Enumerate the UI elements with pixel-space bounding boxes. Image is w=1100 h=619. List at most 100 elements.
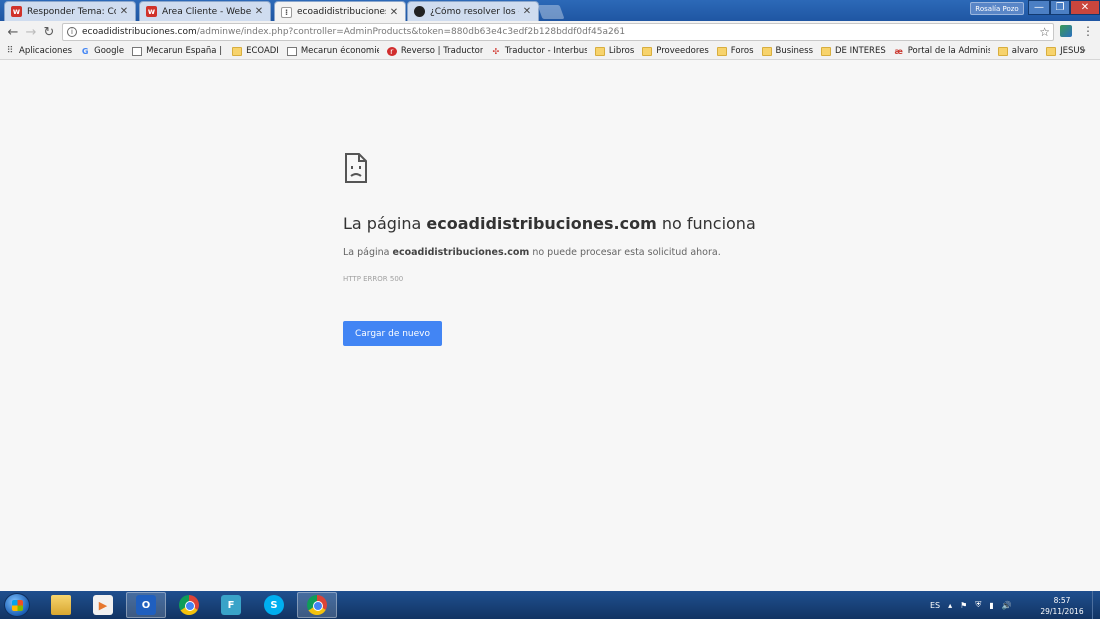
webempresa-icon: w <box>11 6 22 17</box>
bookmark-reverso[interactable]: rReverso | Traductor, d <box>386 46 483 56</box>
bookmark-mecarun-espana[interactable]: Mecarun España | Siti <box>132 46 224 56</box>
bookmark-foros[interactable]: Foros <box>716 46 754 56</box>
close-window-button[interactable]: ✕ <box>1070 0 1100 15</box>
minimize-button[interactable]: — <box>1028 0 1050 15</box>
chrome-icon <box>307 595 327 615</box>
folder-icon <box>232 46 243 56</box>
tab-label: Responder Tema: Configu <box>27 6 116 17</box>
google-icon: G <box>81 46 89 56</box>
sad-page-icon <box>345 153 367 183</box>
system-tray: ES ▴ ⚑ ⛨ ▮ 🔊 <box>930 591 1020 619</box>
menu-icon[interactable]: ⋮ <box>1082 24 1094 38</box>
tab-responder-tema[interactable]: w Responder Tema: Configu ✕ <box>4 1 136 21</box>
info-icon[interactable]: i <box>67 27 77 37</box>
close-tab-icon[interactable]: ✕ <box>522 6 532 17</box>
reload-page-button[interactable]: Cargar de nuevo <box>343 321 442 346</box>
show-hidden-icons[interactable]: ▴ <box>948 601 952 610</box>
close-tab-icon[interactable]: ✕ <box>389 7 399 18</box>
bookmark-portal-administracion[interactable]: æ Portal de la Administr <box>894 46 990 56</box>
bookmark-alvaro[interactable]: alvaro <box>997 46 1038 56</box>
title-prefix: La página <box>343 214 427 233</box>
maximize-button[interactable]: ❐ <box>1050 0 1070 15</box>
taskbar-chrome[interactable] <box>169 592 209 618</box>
taskbar-media-player[interactable]: ▶ <box>83 592 123 618</box>
bookmark-aplicaciones[interactable]: ⠿ Aplicaciones <box>5 46 72 56</box>
explorer-icon <box>51 595 71 615</box>
bookmark-star-icon[interactable]: ☆ <box>1039 25 1050 39</box>
circle-icon <box>414 6 425 17</box>
chrome-icon <box>179 595 199 615</box>
folder-icon <box>716 46 727 56</box>
back-button[interactable]: ← <box>4 23 22 41</box>
bookmark-google[interactable]: G Google <box>80 46 124 56</box>
title-suffix: no funciona <box>656 214 756 233</box>
folder-icon <box>821 46 832 56</box>
desc-host: ecoadidistribuciones.com <box>392 247 530 258</box>
close-tab-icon[interactable]: ✕ <box>119 6 129 17</box>
tab-label: ecoadidistribuciones.com <box>297 7 386 17</box>
tab-area-cliente[interactable]: w Área Cliente - Webempr ✕ <box>139 1 271 21</box>
network-icon[interactable]: ▮ <box>989 601 993 610</box>
more-bookmarks-icon[interactable]: » <box>1080 45 1086 56</box>
extension-icon[interactable] <box>1060 25 1072 37</box>
clock-date: 29/11/2016 <box>1040 607 1084 616</box>
language-indicator[interactable]: ES <box>930 601 940 610</box>
profile-button[interactable]: Rosalía Pozo <box>970 2 1024 15</box>
webempresa-icon: w <box>146 6 157 17</box>
bookmark-libros[interactable]: Libros <box>594 46 634 56</box>
start-button[interactable] <box>4 593 30 617</box>
folder-icon <box>594 46 605 56</box>
error-page: La página ecoadidistribuciones.com no fu… <box>0 61 1100 591</box>
title-host: ecoadidistribuciones.com <box>426 214 657 233</box>
folder-icon <box>997 46 1008 56</box>
skype-icon: S <box>264 595 284 615</box>
taskbar-skype[interactable]: S <box>254 592 294 618</box>
error-title: La página ecoadidistribuciones.com no fu… <box>343 214 756 233</box>
bookmark-ecoadi[interactable]: ECOADI <box>232 46 279 56</box>
bookmark-de-interes[interactable]: DE INTERES <box>821 46 886 56</box>
security-icon[interactable]: ⛨ <box>975 600 981 610</box>
folder-icon <box>1046 46 1057 56</box>
error-description: La página ecoadidistribuciones.com no pu… <box>343 247 721 258</box>
bookmark-mecarun-economie[interactable]: Mecarun économie de <box>286 46 379 56</box>
bookmark-label: Foros <box>730 46 754 56</box>
bookmark-business[interactable]: Business <box>761 46 813 56</box>
url-path: /adminwe/index.php?controller=AdminProdu… <box>196 27 626 37</box>
bookmark-traductor[interactable]: ✣ Traductor - Interbusca <box>491 46 586 56</box>
media-player-icon: ▶ <box>93 595 113 615</box>
reload-button[interactable]: ↻ <box>40 23 58 41</box>
bookmark-label: DE INTERES <box>835 46 886 56</box>
url-host: ecoadidistribuciones.com <box>82 27 197 37</box>
bookmark-label: Reverso | Traductor, d <box>400 46 483 56</box>
tab-ecoadidistribuciones[interactable]: ⁝ ecoadidistribuciones.com ✕ <box>274 1 406 22</box>
desc-suffix: no puede procesar esta solicitud ahora. <box>529 247 721 258</box>
bookmark-proveedores[interactable]: Proveedores <box>642 46 709 56</box>
bookmark-label: Proveedores <box>656 46 709 56</box>
tab-como-resolver[interactable]: ¿Cómo resolver los errores ✕ <box>407 1 539 21</box>
address-bar[interactable]: i ecoadidistribuciones.com/adminwe/index… <box>62 23 1054 41</box>
flag-icon[interactable]: ⚑ <box>960 601 967 610</box>
bookmark-label: ECOADI <box>246 46 279 56</box>
folder-icon <box>761 46 772 56</box>
forward-button[interactable]: → <box>22 23 40 41</box>
sad-page-icon: ⁝ <box>281 6 292 18</box>
volume-icon[interactable]: 🔊 <box>1002 601 1012 610</box>
bookmarks-bar: ⠿ Aplicaciones G Google Mecarun España | S… <box>0 43 1100 60</box>
taskbar-explorer[interactable] <box>41 592 81 618</box>
bookmark-label: Google <box>94 46 125 56</box>
desc-prefix: La página <box>343 247 393 258</box>
ae-icon: æ <box>894 46 903 56</box>
clock-time: 8:57 <box>1053 596 1071 605</box>
page-icon <box>286 46 297 56</box>
puzzle-icon: ✣ <box>492 46 500 56</box>
taskbar-chrome-active[interactable] <box>297 592 337 618</box>
clock[interactable]: 8:57 29/11/2016 <box>1038 595 1086 617</box>
title-bar: w Responder Tema: Configu ✕ w Área Clien… <box>0 0 1100 22</box>
taskbar-outlook[interactable]: O <box>126 592 166 618</box>
taskbar-f-app[interactable]: F <box>211 592 251 618</box>
close-tab-icon[interactable]: ✕ <box>254 6 264 17</box>
new-tab-button[interactable] <box>537 5 565 19</box>
outlook-icon: O <box>136 595 156 615</box>
error-code: HTTP ERROR 500 <box>343 275 404 283</box>
show-desktop-button[interactable] <box>1092 591 1100 619</box>
